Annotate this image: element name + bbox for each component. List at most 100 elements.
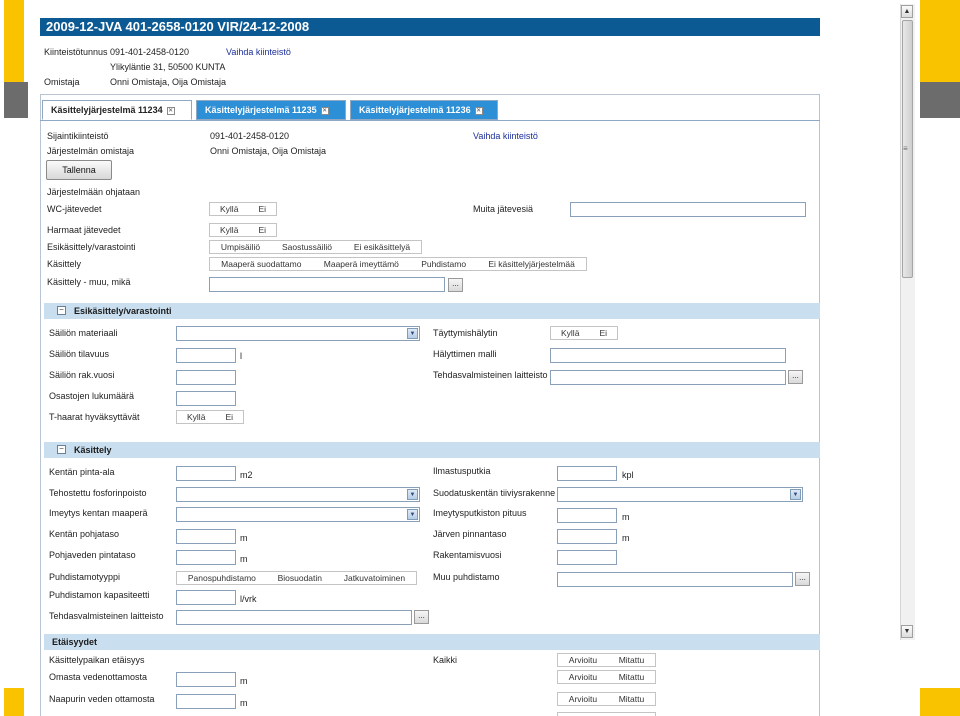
right-accent-yellow-bottom (920, 688, 960, 716)
other-plant-browse-button[interactable]: ... (795, 572, 810, 586)
collapse-icon[interactable]: − (57, 445, 66, 454)
wc-yes-option[interactable]: Kyllä (210, 203, 248, 215)
right-accent-gray (920, 82, 960, 118)
measured-option[interactable]: Mitattu (608, 693, 655, 705)
address-value: Ylikyläntie 31, 50500 KUNTA (110, 62, 226, 72)
factory-device-browse-button[interactable]: ... (788, 370, 803, 384)
phosphorus-select[interactable]: ▼ (176, 487, 420, 502)
other-plant-input[interactable] (557, 572, 793, 587)
t-branch-no-option[interactable]: Ei (215, 411, 243, 423)
treatment-option-group[interactable]: Maaperä suodattamo Maaperä imeyttämö Puh… (209, 257, 587, 271)
content-frame (40, 94, 820, 716)
section-header-treatment[interactable]: − Käsittely (44, 442, 820, 458)
save-button[interactable]: Tallenna (46, 160, 112, 180)
factory-device-input[interactable] (550, 370, 786, 385)
own-water-estimate-toggle[interactable]: Arvioitu Mitattu (557, 670, 656, 684)
section-header-pretreatment[interactable]: − Esikäsittely/varastointi (44, 303, 820, 319)
plant-type-option-group[interactable]: Panospuhdistamo Biosuodatin Jatkuvatoimi… (176, 571, 417, 585)
treatment-other-input[interactable] (209, 277, 445, 292)
tank-volume-unit: l (240, 351, 242, 361)
wc-yes-no-toggle[interactable]: Kyllä Ei (209, 202, 277, 216)
factory-device-label: Tehdasvalmisteinen laitteisto (433, 370, 548, 380)
measured-option[interactable]: Mitattu (608, 654, 655, 666)
page-title: 2009-12-JVA 401-2658-0120 VIR/24-12-2008 (46, 19, 310, 34)
filter-structure-select[interactable]: ▼ (557, 487, 803, 502)
plant-capacity-input[interactable] (176, 590, 236, 605)
wc-label: WC-jätevedet (47, 204, 102, 214)
other-waste-input[interactable] (570, 202, 806, 217)
owner-label: Omistaja (44, 77, 80, 87)
tank-year-input[interactable] (176, 370, 236, 385)
chevron-down-icon[interactable]: ▼ (407, 328, 418, 339)
section-header-distances[interactable]: Etäisyydet (44, 634, 820, 650)
plant-capacity-unit: l/vrk (240, 594, 257, 604)
chevron-down-icon[interactable]: ▼ (407, 489, 418, 500)
treatment-option[interactable]: Maaperä suodattamo (210, 258, 313, 270)
pipe-length-input[interactable] (557, 508, 617, 523)
pretreatment-option[interactable]: Umpisäiliö (210, 241, 271, 253)
grey-water-no-option[interactable]: Ei (248, 224, 276, 236)
treatment-other-browse-button[interactable]: ... (448, 278, 463, 292)
scroll-down-button[interactable]: ▼ (901, 625, 913, 638)
location-value: 091-401-2458-0120 (210, 131, 290, 141)
grey-water-label: Harmaat jätevedet (47, 225, 121, 235)
groundwater-unit: m (240, 554, 248, 564)
tab-system-11234[interactable]: Käsittelyjärjestelmä 11234 ✕ (42, 100, 192, 120)
tab-system-11235[interactable]: Käsittelyjärjestelmä 11235 ✕ (196, 100, 346, 120)
change-location-link[interactable]: Vaihda kiinteistö (473, 130, 538, 142)
chevron-down-icon[interactable]: ▼ (790, 489, 801, 500)
measured-option[interactable]: Mitattu (608, 671, 655, 683)
collapse-icon[interactable]: − (57, 306, 66, 315)
fill-alarm-yes-no-toggle[interactable]: Kyllä Ei (550, 326, 618, 340)
neighbour-water-input[interactable] (176, 694, 236, 709)
t-branch-yes-option[interactable]: Kyllä (177, 411, 215, 423)
treatment-option[interactable]: Ei käsittelyjärjestelmää (477, 258, 586, 270)
tank-volume-input[interactable] (176, 348, 236, 363)
close-icon[interactable]: ✕ (320, 106, 329, 115)
vent-pipe-input[interactable] (557, 466, 617, 481)
treat-factory-device-browse-button[interactable]: ... (414, 610, 429, 624)
alarm-model-input[interactable] (550, 348, 786, 363)
estimated-option[interactable]: Arvioitu (558, 693, 608, 705)
location-label: Sijaintikiinteistö (47, 131, 109, 141)
treatment-option[interactable]: Puhdistamo (410, 258, 477, 270)
neighbour-water-estimate-toggle[interactable]: Arvioitu Mitattu (557, 692, 656, 706)
next-row-estimate-toggle[interactable] (557, 712, 656, 716)
tab-system-11236[interactable]: Käsittelyjärjestelmä 11236 ✕ (350, 100, 498, 120)
close-icon[interactable]: ✕ (474, 106, 483, 115)
plant-type-option[interactable]: Jatkuvatoiminen (333, 572, 416, 584)
treatment-option[interactable]: Maaperä imeyttämö (313, 258, 410, 270)
wc-no-option[interactable]: Ei (248, 203, 276, 215)
lake-level-label: Järven pinnantaso (433, 529, 507, 539)
pretreatment-option[interactable]: Ei esikäsittelyä (343, 241, 421, 253)
grey-water-yes-no-toggle[interactable]: Kyllä Ei (209, 223, 277, 237)
groundwater-input[interactable] (176, 550, 236, 565)
tank-material-select[interactable]: ▼ (176, 326, 420, 341)
chevron-down-icon[interactable]: ▼ (407, 509, 418, 520)
soil-label: Imeytys kentan maaperä (49, 508, 148, 518)
fill-alarm-no-option[interactable]: Ei (589, 327, 617, 339)
pretreatment-option-group[interactable]: Umpisäiliö Saostussäiliö Ei esikäsittely… (209, 240, 422, 254)
grey-water-yes-option[interactable]: Kyllä (210, 224, 248, 236)
estimated-option[interactable]: Arvioitu (558, 671, 608, 683)
neighbour-water-unit: m (240, 698, 248, 708)
bottom-level-input[interactable] (176, 529, 236, 544)
left-accent-yellow-bottom (4, 688, 24, 716)
all-estimate-toggle[interactable]: Arvioitu Mitattu (557, 653, 656, 667)
t-branch-yes-no-toggle[interactable]: Kyllä Ei (176, 410, 244, 424)
scroll-up-button[interactable]: ▲ (901, 5, 913, 18)
pretreatment-option[interactable]: Saostussäiliö (271, 241, 343, 253)
build-year-input[interactable] (557, 550, 617, 565)
close-icon[interactable]: ✕ (166, 106, 175, 115)
own-water-input[interactable] (176, 672, 236, 687)
plant-type-option[interactable]: Biosuodatin (267, 572, 333, 584)
treat-factory-device-input[interactable] (176, 610, 412, 625)
plant-type-option[interactable]: Panospuhdistamo (177, 572, 267, 584)
fill-alarm-yes-option[interactable]: Kyllä (551, 327, 589, 339)
compartments-input[interactable] (176, 391, 236, 406)
field-area-input[interactable] (176, 466, 236, 481)
lake-level-input[interactable] (557, 529, 617, 544)
soil-select[interactable]: ▼ (176, 507, 420, 522)
change-property-link[interactable]: Vaihda kiinteistö (226, 46, 291, 58)
estimated-option[interactable]: Arvioitu (558, 654, 608, 666)
